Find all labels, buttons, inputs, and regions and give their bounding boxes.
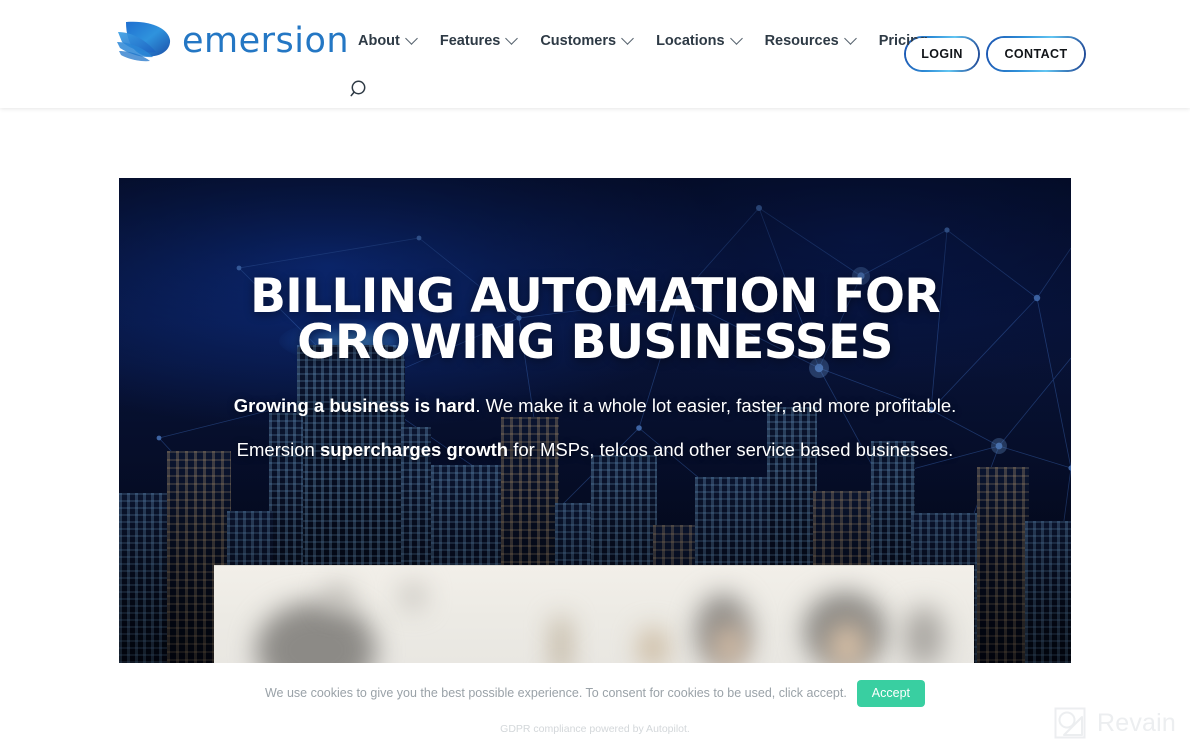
nav-label-locations: Locations bbox=[656, 33, 725, 49]
cookie-message: We use cookies to give you the best poss… bbox=[264, 686, 847, 700]
contact-button[interactable]: CONTACT bbox=[986, 36, 1086, 72]
nav-label-resources: Resources bbox=[764, 33, 839, 49]
blur-shape bbox=[326, 584, 350, 610]
nav-item-locations[interactable]: Locations bbox=[656, 31, 743, 49]
hero-subtitle-2-pre: Emersion bbox=[236, 439, 320, 460]
accept-cookies-button[interactable]: Accept bbox=[856, 680, 926, 707]
main-navigation: About Features Customers Locations Resou… bbox=[358, 31, 928, 49]
blur-shape bbox=[714, 624, 744, 663]
chevron-down-icon bbox=[729, 31, 743, 45]
hero-video-panel[interactable] bbox=[214, 565, 974, 663]
hero-subtitle-2: Emersion supercharges growth for MSPs, t… bbox=[119, 438, 1071, 462]
chevron-down-icon bbox=[843, 31, 857, 45]
hero-subtitle-2-rest: for MSPs, telcos and other service based… bbox=[508, 439, 954, 460]
logo-wordmark: emersion bbox=[182, 20, 350, 61]
blur-shape bbox=[554, 618, 568, 663]
contact-button-label: CONTACT bbox=[1004, 47, 1068, 61]
cookie-consent-bar: We use cookies to give you the best poss… bbox=[0, 663, 1190, 753]
hero-subtitle-2-bold: supercharges growth bbox=[319, 439, 509, 460]
blur-shape bbox=[402, 584, 424, 608]
header-inner: emersion About Features Customers Locati… bbox=[0, 0, 1190, 108]
login-button-label: LOGIN bbox=[921, 47, 963, 61]
hero-title: BILLING AUTOMATION FOR GROWING BUSINESSE… bbox=[119, 273, 1071, 370]
emersion-leaf-logo-icon bbox=[117, 21, 171, 62]
revain-watermark-label: Revain bbox=[1096, 708, 1176, 737]
login-button[interactable]: LOGIN bbox=[904, 36, 980, 72]
nav-label-about: About bbox=[358, 33, 400, 49]
hero-subtitle-1-bold: Growing a business is hard bbox=[233, 395, 476, 416]
site-logo[interactable]: emersion bbox=[116, 17, 349, 65]
hero-subtitle-1-rest: . We make it a whole lot easier, faster,… bbox=[475, 395, 957, 416]
hero-copy: BILLING AUTOMATION FOR GROWING BUSINESSE… bbox=[119, 178, 1071, 462]
revain-watermark: Revain bbox=[1052, 705, 1176, 741]
cookie-row: We use cookies to give you the best poss… bbox=[0, 680, 1190, 707]
chevron-down-icon bbox=[505, 31, 519, 45]
gdpr-note: GDPR compliance powered by Autopilot. bbox=[500, 723, 690, 735]
revain-logo-icon bbox=[1054, 707, 1086, 739]
nav-label-customers: Customers bbox=[540, 33, 617, 49]
chevron-down-icon bbox=[405, 31, 418, 45]
blur-shape bbox=[904, 606, 944, 663]
nav-label-features: Features bbox=[439, 33, 501, 49]
nav-item-resources[interactable]: Resources bbox=[764, 31, 857, 49]
blur-shape bbox=[256, 602, 376, 663]
hero-title-line-2: GROWING BUSINESSES bbox=[297, 315, 893, 370]
nav-item-features[interactable]: Features bbox=[439, 31, 519, 49]
blur-shape bbox=[639, 628, 667, 663]
blur-shape bbox=[828, 622, 866, 663]
search-icon[interactable] bbox=[348, 78, 372, 102]
site-header: emersion About Features Customers Locati… bbox=[0, 0, 1190, 108]
nav-item-customers[interactable]: Customers bbox=[540, 31, 634, 49]
hero-subtitle-1: Growing a business is hard. We make it a… bbox=[119, 394, 1071, 418]
nav-item-about[interactable]: About bbox=[358, 31, 418, 49]
chevron-down-icon bbox=[621, 31, 634, 45]
